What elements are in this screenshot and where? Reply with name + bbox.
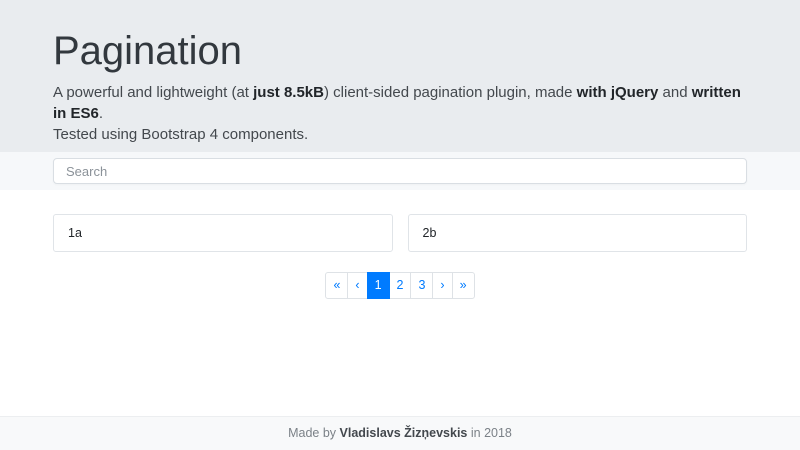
description-text: A powerful and lightweight (at bbox=[53, 84, 254, 101]
description-text: ) client-sided pagination plugin, made bbox=[324, 84, 577, 101]
footer-text-prefix: Made by bbox=[288, 426, 340, 440]
pagination-first-button[interactable]: « bbox=[325, 272, 349, 299]
search-input[interactable] bbox=[53, 158, 747, 184]
footer: Made by Vladislavs Žizņevskis in 2018 bbox=[0, 416, 800, 450]
list-item-label: 1a bbox=[68, 226, 82, 240]
search-band bbox=[0, 152, 800, 190]
description-highlight-jquery: with jQuery bbox=[576, 84, 659, 101]
list-item: 1a bbox=[53, 214, 393, 252]
page-title: Pagination bbox=[53, 29, 243, 73]
footer-author-name: Vladislavs Žizņevskis bbox=[339, 426, 468, 440]
list-item: 2b bbox=[407, 214, 747, 252]
pagination-last-button[interactable]: » bbox=[451, 272, 475, 299]
jumbotron-header: Pagination A powerful and lightweight (a… bbox=[0, 0, 800, 152]
pagination-next-button[interactable]: › bbox=[432, 272, 453, 299]
cards-row: 1a 2b bbox=[53, 214, 747, 252]
pagination-page-1-button[interactable]: 1 bbox=[366, 272, 390, 299]
pagination-page-3-button[interactable]: 3 bbox=[410, 272, 434, 299]
list-item-label: 2b bbox=[422, 226, 437, 240]
description-line-1: A powerful and lightweight (at just 8.5k… bbox=[53, 82, 747, 124]
description-line-2: Tested using Bootstrap 4 components. bbox=[53, 126, 309, 143]
pagination: « ‹ 1 2 3 › » bbox=[325, 272, 475, 299]
main-content: 1a 2b « ‹ 1 2 3 › » bbox=[0, 190, 800, 416]
pagination-prev-button[interactable]: ‹ bbox=[347, 272, 368, 299]
description-text: and bbox=[658, 84, 692, 101]
description-text: . bbox=[98, 105, 104, 122]
footer-text-suffix: in 2018 bbox=[467, 426, 512, 440]
description-highlight-size: just 8.5kB bbox=[253, 84, 324, 101]
pagination-page-2-button[interactable]: 2 bbox=[388, 272, 412, 299]
